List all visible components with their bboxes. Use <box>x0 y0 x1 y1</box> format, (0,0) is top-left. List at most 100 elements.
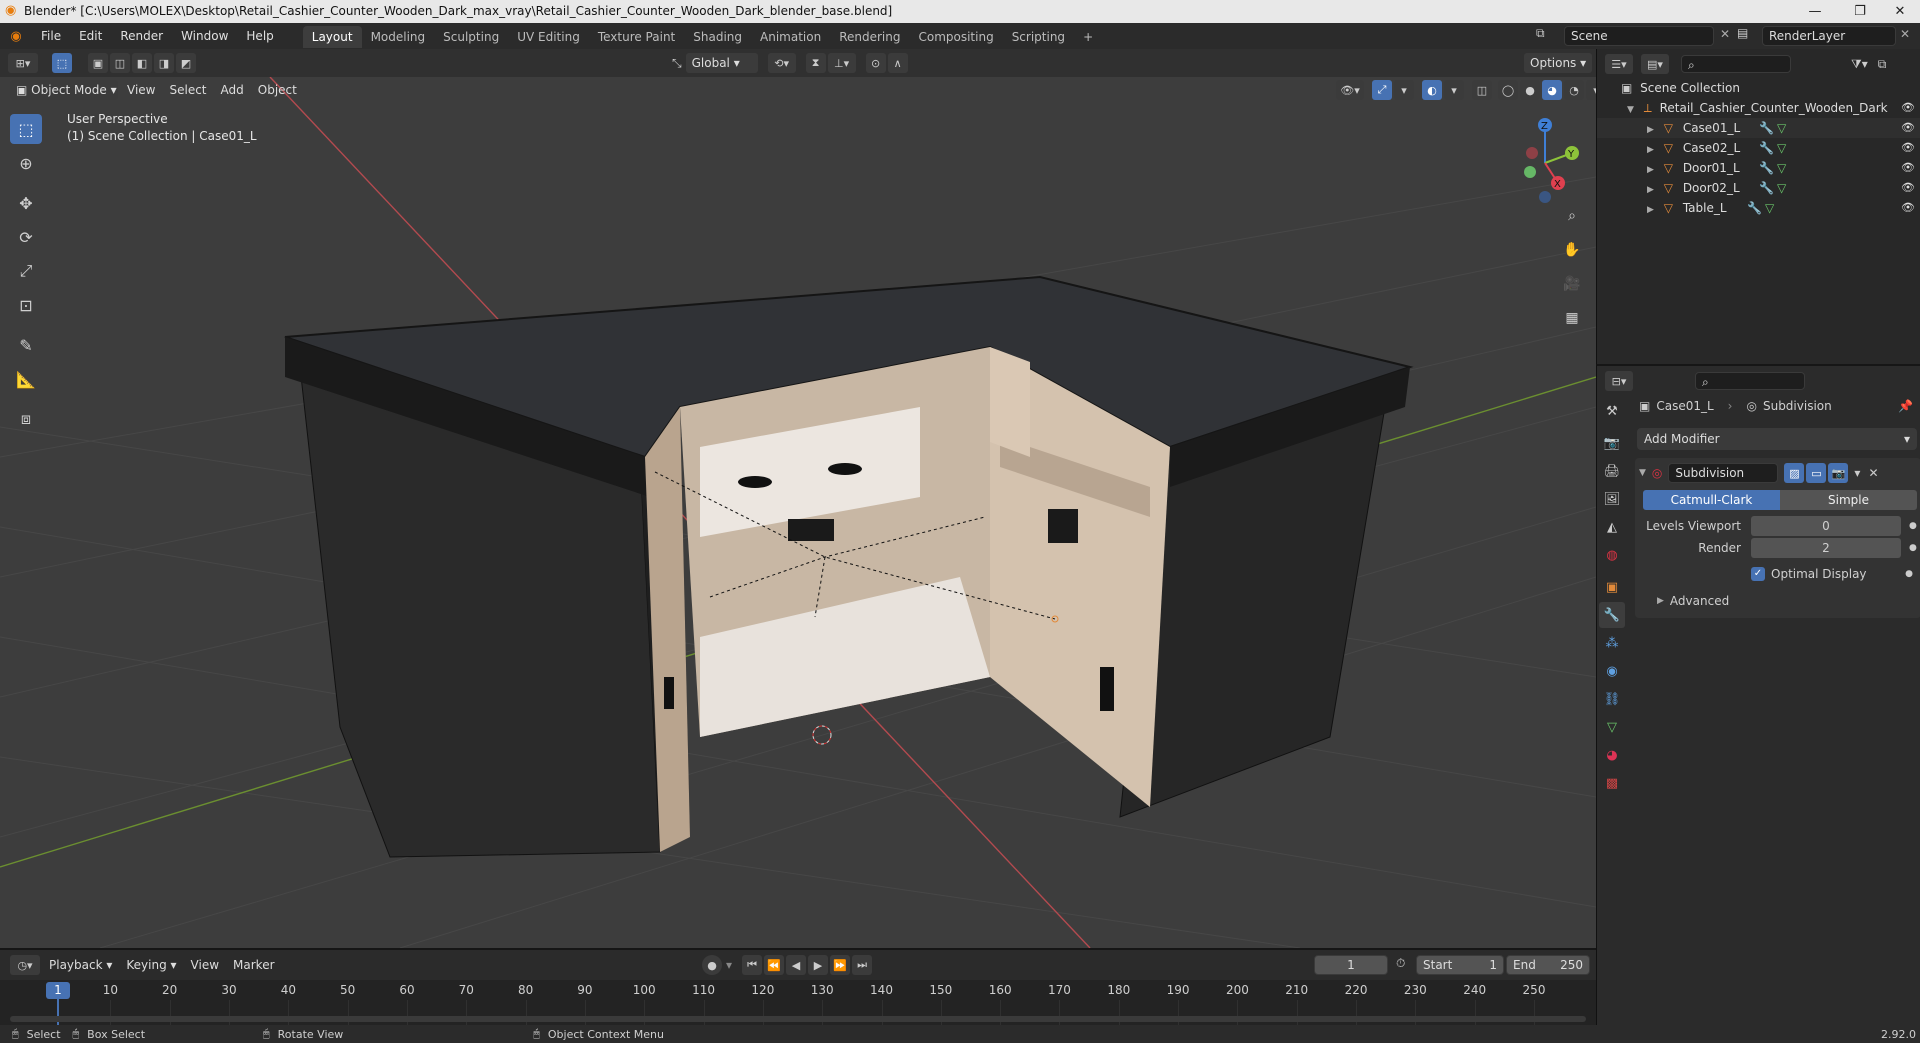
zoom-icon[interactable]: ⌕ <box>1556 201 1588 231</box>
camera-view-icon[interactable]: 🎥 <box>1556 269 1588 299</box>
transform-tool-icon[interactable]: ⊡ <box>10 290 42 320</box>
particles-tab-icon[interactable]: ⁂ <box>1599 630 1625 656</box>
tool-tab-icon[interactable]: ⚒ <box>1599 398 1625 424</box>
simple-button[interactable]: Simple <box>1780 490 1917 510</box>
expand-arrow-icon[interactable]: ▶ <box>1647 145 1654 155</box>
menu-help[interactable]: Help <box>237 23 282 49</box>
scene-name-field[interactable]: Scene <box>1564 26 1714 46</box>
material-shading-icon[interactable]: ◕ <box>1542 80 1562 100</box>
playhead-frame-badge[interactable]: 1 <box>46 982 70 999</box>
remove-modifier-icon[interactable]: ✕ <box>1868 466 1878 480</box>
proportional-edit-icon[interactable]: ⊙ <box>865 53 886 73</box>
start-frame-field[interactable]: Start 1 <box>1416 955 1504 975</box>
expand-arrow-icon[interactable]: ▶ <box>1647 185 1654 195</box>
keyframe-dot-icon[interactable]: ● <box>1909 543 1917 553</box>
add-modifier-dropdown[interactable]: Add Modifier ▾ <box>1637 428 1917 450</box>
add-cube-tool-icon[interactable]: ⧈ <box>10 404 42 434</box>
object-mode-dropdown[interactable]: ▣ Object Mode ▾ <box>10 80 118 100</box>
properties-editor-icon[interactable]: ⊟▾ <box>1605 371 1633 391</box>
scene-tab-icon[interactable]: ◭ <box>1599 514 1625 540</box>
outliner-object-row[interactable]: ▶ ▽ Case01_L 🔧 ▽ 👁 <box>1597 118 1920 138</box>
gizmo-toggle-icon[interactable]: ⤢ <box>1372 80 1392 100</box>
play-reverse-icon[interactable]: ◀ <box>786 955 807 975</box>
rendered-shading-icon[interactable]: ◔ <box>1564 80 1584 100</box>
outliner-object-row[interactable]: ▶ ▽ Case02_L 🔧 ▽ 👁 <box>1597 138 1920 158</box>
overlay-toggle-icon[interactable]: ◐ <box>1422 80 1442 100</box>
material-tab-icon[interactable]: ◕ <box>1599 742 1625 768</box>
select-mode-extend-icon[interactable]: ◫ <box>110 53 130 73</box>
properties-search-input[interactable]: ⌕ <box>1695 372 1805 390</box>
overlay-dropdown-icon[interactable]: ▾ <box>1444 80 1464 100</box>
editor-type-icon[interactable]: ⊞▾ <box>8 53 38 73</box>
pin-icon[interactable]: 📌 <box>1898 399 1913 413</box>
tab-shading[interactable]: Shading <box>684 26 751 48</box>
menu-render[interactable]: Render <box>111 23 172 49</box>
timeline-menu-view[interactable]: View <box>184 958 226 972</box>
viewport-menu-object[interactable]: Object <box>251 83 304 97</box>
tab-animation[interactable]: Animation <box>751 26 830 48</box>
cashier-counter-model[interactable] <box>284 275 1414 858</box>
viewport-menu-view[interactable]: View <box>120 83 162 97</box>
blender-menu-icon[interactable]: ◉ <box>0 29 32 44</box>
timeline-menu-keying[interactable]: Keying ▾ <box>119 958 183 972</box>
current-frame-field[interactable]: 1 <box>1314 955 1388 975</box>
visibility-eye-icon[interactable]: 👁 <box>1901 118 1915 138</box>
close-view-layer-icon[interactable]: ✕ <box>1900 27 1910 41</box>
visibility-eye-icon[interactable]: 👁 <box>1901 198 1915 218</box>
expand-arrow-icon[interactable]: ▶ <box>1647 165 1654 175</box>
expand-arrow-icon[interactable]: ▶ <box>1657 596 1664 606</box>
minimize-button[interactable]: — <box>1795 1 1835 22</box>
move-tool-icon[interactable]: ✥ <box>10 188 42 218</box>
edit-mode-toggle-icon[interactable]: ▨ <box>1784 463 1805 483</box>
tab-texture-paint[interactable]: Texture Paint <box>589 26 684 48</box>
data-tab-icon[interactable]: ▽ <box>1599 714 1625 740</box>
levels-viewport-field[interactable]: 0 <box>1751 516 1901 536</box>
select-mode-subtract-icon[interactable]: ◧ <box>132 53 152 73</box>
texture-tab-icon[interactable]: ▩ <box>1599 770 1625 796</box>
render-levels-field[interactable]: 2 <box>1751 538 1901 558</box>
menu-edit[interactable]: Edit <box>70 23 111 49</box>
advanced-subpanel[interactable]: ▶ Advanced <box>1639 592 1917 610</box>
wireframe-shading-icon[interactable]: ◯ <box>1498 80 1518 100</box>
close-window-button[interactable]: ✕ <box>1880 1 1920 22</box>
outliner-scene-collection[interactable]: ▣ Scene Collection <box>1597 78 1920 98</box>
view-layer-tab-icon[interactable]: 🖼 <box>1599 486 1625 512</box>
pan-hand-icon[interactable]: ✋ <box>1556 235 1588 265</box>
tab-uv-editing[interactable]: UV Editing <box>508 26 589 48</box>
collapse-arrow-icon[interactable]: ▼ <box>1639 468 1646 478</box>
render-toggle-icon[interactable]: 📷 <box>1828 463 1849 483</box>
physics-tab-icon[interactable]: ◉ <box>1599 658 1625 684</box>
timeline-menu-playback[interactable]: Playback ▾ <box>42 958 119 972</box>
select-box-tool-icon[interactable]: ⬚ <box>10 114 42 144</box>
tab-compositing[interactable]: Compositing <box>909 26 1002 48</box>
view-layer-field[interactable]: RenderLayer <box>1762 26 1896 46</box>
menu-window[interactable]: Window <box>172 23 237 49</box>
play-icon[interactable]: ▶ <box>808 955 829 975</box>
new-collection-icon[interactable]: ⧉ <box>1878 57 1887 72</box>
snap-target-icon[interactable]: ⊥▾ <box>827 53 856 73</box>
annotate-tool-icon[interactable]: ✎ <box>10 330 42 360</box>
outliner-editor-icon[interactable]: ☰▾ <box>1605 54 1633 74</box>
snap-icon[interactable]: ⧗ <box>805 53 826 73</box>
visibility-eye-icon[interactable]: 👁 <box>1901 98 1915 118</box>
outliner-object-row[interactable]: ▶ ▽ Table_L 🔧 ▽ 👁 <box>1597 198 1920 218</box>
viewport-menu-add[interactable]: Add <box>214 83 251 97</box>
add-workspace-button[interactable]: + <box>1074 26 1102 48</box>
xray-icon[interactable]: ◫ <box>1472 80 1492 100</box>
record-dropdown-icon[interactable]: ▾ <box>726 958 732 972</box>
viewport-scene[interactable] <box>0 77 1596 948</box>
rotate-tool-icon[interactable]: ⟳ <box>10 222 42 252</box>
pivot-point-icon[interactable]: ⟲▾ <box>767 53 796 73</box>
filter-icon[interactable]: ⧩▾ <box>1851 57 1868 72</box>
tab-sculpting[interactable]: Sculpting <box>434 26 508 48</box>
stopwatch-icon[interactable]: ⏱ <box>1396 956 1405 971</box>
modifier-menu-icon[interactable]: ▾ <box>1854 466 1860 480</box>
visibility-eye-icon[interactable]: 👁 <box>1901 138 1915 158</box>
3d-viewport[interactable]: ▣ Object Mode ▾ View Select Add Object 👁… <box>0 77 1596 948</box>
scale-tool-icon[interactable]: ⤢ <box>10 256 42 286</box>
tab-scripting[interactable]: Scripting <box>1003 26 1074 48</box>
select-mode-new-icon[interactable]: ▣ <box>88 53 108 73</box>
expand-arrow-icon[interactable]: ▼ <box>1627 105 1634 115</box>
output-tab-icon[interactable]: 🖨 <box>1599 458 1625 484</box>
scene-selector-icon[interactable]: ⧉ <box>1536 26 1545 41</box>
